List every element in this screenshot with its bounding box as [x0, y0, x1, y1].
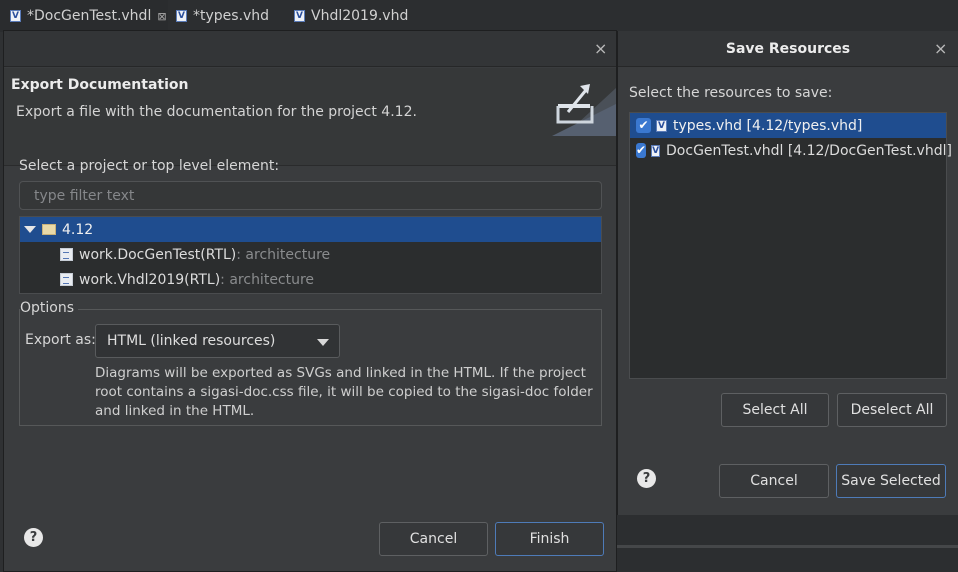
- folder-icon: [42, 224, 56, 235]
- architecture-icon: [60, 273, 73, 286]
- save-selected-button[interactable]: Save Selected: [836, 464, 946, 498]
- save-resources-dialog: Save Resources × Select the resources to…: [617, 31, 958, 515]
- tree-item-type: : architecture: [236, 246, 331, 263]
- tab-vhdl2019[interactable]: V Vhdl2019.vhd: [294, 0, 424, 32]
- dialog-titlebar: Save Resources ×: [618, 31, 958, 67]
- resource-list[interactable]: ✔ V types.vhd [4.12/types.vhd] ✔ V DocGe…: [629, 112, 952, 379]
- tree-item-project[interactable]: 4.12: [20, 217, 601, 242]
- tree-item-label: work.Vhdl2019(RTL): [79, 271, 221, 288]
- vhdl-file-icon: V: [294, 10, 305, 22]
- close-icon[interactable]: ×: [594, 41, 607, 57]
- workbench-background: [617, 515, 958, 572]
- list-item-docgentest[interactable]: ✔ V DocGenTest.vhdl [4.12/DocGenTest.vhd…: [630, 138, 952, 163]
- vhdl-file-icon: V: [10, 10, 21, 22]
- options-label: Options: [20, 300, 79, 316]
- tree-item-type: : architecture: [220, 271, 315, 288]
- cancel-button[interactable]: Cancel: [719, 464, 829, 498]
- filter-input[interactable]: [19, 181, 602, 210]
- tree-item-docgentest[interactable]: work.DocGenTest(RTL) : architecture: [20, 242, 601, 267]
- tab-docgentest[interactable]: V *DocGenTest.vhdl ⊠: [0, 0, 168, 32]
- tree-item-vhdl2019[interactable]: work.Vhdl2019(RTL) : architecture: [20, 267, 601, 292]
- help-icon[interactable]: ?: [637, 469, 656, 488]
- export-help-text: Diagrams will be exported as SVGs and li…: [95, 365, 593, 419]
- editor-tab-bar: V *DocGenTest.vhdl ⊠ V *types.vhd V Vhdl…: [0, 0, 958, 32]
- tab-types[interactable]: V *types.vhd: [176, 0, 286, 32]
- deselect-all-button[interactable]: Deselect All: [837, 393, 947, 427]
- close-icon[interactable]: ×: [934, 41, 947, 57]
- vhdl-file-icon: V: [656, 119, 667, 132]
- close-tab-icon[interactable]: ⊠: [157, 10, 166, 23]
- export-as-value: HTML (linked resources): [107, 333, 276, 349]
- list-item-types[interactable]: ✔ V types.vhd [4.12/types.vhd]: [630, 113, 946, 138]
- export-wizard-icon: [542, 84, 616, 136]
- resource-label: types.vhd [4.12/types.vhd]: [673, 117, 863, 134]
- wizard-description: Export a file with the documentation for…: [16, 104, 417, 120]
- finish-button[interactable]: Finish: [495, 522, 604, 556]
- tab-label: *DocGenTest.vhdl: [27, 8, 152, 24]
- tree-item-label: 4.12: [62, 221, 94, 238]
- tab-label: Vhdl2019.vhd: [311, 8, 409, 24]
- help-icon[interactable]: ?: [24, 528, 43, 547]
- export-documentation-dialog: × Export Documentation Export a file wit…: [3, 30, 617, 572]
- checkbox-checked-icon[interactable]: ✔: [636, 143, 647, 158]
- expand-arrow-icon[interactable]: [24, 226, 36, 233]
- vhdl-file-icon: V: [651, 144, 661, 157]
- vhdl-file-icon: V: [176, 10, 187, 22]
- export-as-select[interactable]: HTML (linked resources): [95, 324, 340, 358]
- select-element-label: Select a project or top level element:: [19, 158, 280, 174]
- dialog-title: Save Resources: [725, 41, 851, 57]
- options-group: Options Export as: HTML (linked resource…: [19, 300, 602, 426]
- wizard-header: Export Documentation Export a file with …: [4, 68, 616, 166]
- chevron-down-icon: [317, 339, 329, 346]
- resource-label: DocGenTest.vhdl [4.12/DocGenTest.vhdl]: [666, 142, 952, 159]
- select-all-button[interactable]: Select All: [721, 393, 829, 427]
- tree-item-label: work.DocGenTest(RTL): [79, 246, 237, 263]
- wizard-title: Export Documentation: [11, 77, 189, 93]
- tab-label: *types.vhd: [193, 8, 270, 24]
- architecture-icon: [60, 248, 73, 261]
- dialog-titlebar: ×: [4, 31, 616, 67]
- checkbox-checked-icon[interactable]: ✔: [636, 118, 651, 133]
- project-tree[interactable]: 4.12 work.DocGenTest(RTL) : architecture…: [19, 216, 602, 294]
- cancel-button[interactable]: Cancel: [379, 522, 488, 556]
- export-as-label: Export as:: [25, 332, 96, 348]
- select-resources-label: Select the resources to save:: [629, 85, 833, 101]
